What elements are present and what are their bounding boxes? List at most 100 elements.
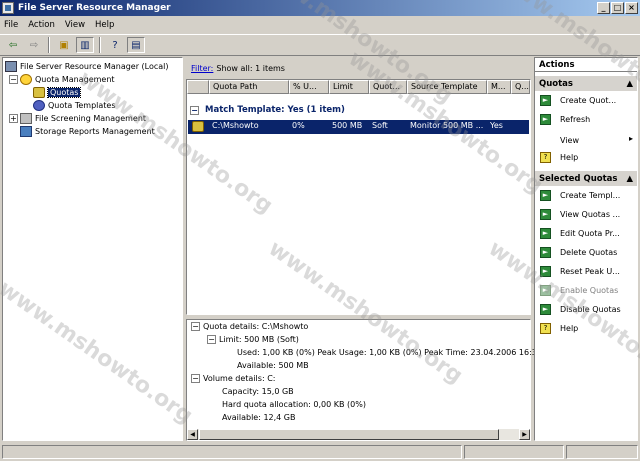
action-label: View [560, 136, 579, 145]
action-help-selected[interactable]: ? Help [535, 319, 637, 338]
create-quota-icon: ► [540, 95, 551, 106]
collapse-icon[interactable]: − [190, 105, 199, 115]
tree-item-quota-templates[interactable]: Quota Templates [5, 99, 180, 112]
quota-templates-icon [33, 100, 45, 111]
actions-pane: Actions Quotas ▲ ► Create Quot... ► Refres… [534, 57, 638, 441]
column-header-limit[interactable]: Limit [329, 80, 369, 94]
action-reset-peak-usage[interactable]: ► Reset Peak U... [535, 262, 637, 281]
tree-item-label: Quota Templates [48, 101, 116, 110]
collapse-arrow-icon[interactable]: ▲ [626, 79, 633, 89]
expand-icon[interactable]: + [9, 114, 18, 123]
back-arrow-icon[interactable]: ⇦ [4, 37, 22, 53]
collapse-arrow-icon[interactable]: ▲ [626, 174, 633, 184]
action-edit-quota[interactable]: ► Edit Quota Pr... [535, 224, 637, 243]
edit-quota-icon: ► [540, 228, 551, 239]
blank-icon [540, 132, 551, 143]
action-create-template[interactable]: ► Create Templ... [535, 186, 637, 205]
cell-percent-used: 0% [292, 121, 305, 130]
tree-item-quotas[interactable]: Quotas [5, 86, 180, 99]
group-header[interactable]: − Match Template: Yes (1 item) [190, 104, 345, 116]
action-label: Delete Quotas [560, 248, 618, 257]
scroll-right-icon[interactable]: ▶ [519, 429, 530, 440]
quota-details-node[interactable]: − Quota details: C:\Mshowto [191, 322, 308, 331]
show-hide-action-pane-icon[interactable]: ▤ [127, 37, 145, 53]
tree-item-quota-management[interactable]: − Quota Management [5, 73, 180, 86]
tree-item-label: Quota Management [35, 75, 115, 84]
actions-section-quotas[interactable]: Quotas ▲ [535, 76, 637, 91]
close-button[interactable]: × [625, 2, 638, 14]
tree-item-file-screening[interactable]: + File Screening Management [5, 112, 180, 125]
menu-view[interactable]: View [65, 20, 85, 30]
column-header-quota-path[interactable]: Quota Path [209, 80, 289, 94]
scrollbar-thumb[interactable] [199, 429, 499, 440]
menu-help[interactable]: Help [95, 20, 114, 30]
column-header-icon[interactable] [187, 80, 209, 94]
help-icon[interactable]: ? [106, 37, 124, 53]
limit-node[interactable]: − Limit: 500 MB (Soft) [207, 335, 299, 344]
menu-action[interactable]: Action [28, 20, 55, 30]
status-bar [0, 443, 640, 461]
action-label: Disable Quotas [560, 305, 621, 314]
action-label: Create Quot... [560, 96, 617, 105]
status-cell-main [2, 445, 462, 459]
action-view[interactable]: View ▸ [535, 129, 637, 148]
tree-item-label: File Server Resource Manager (Local) [20, 62, 169, 71]
maximize-button[interactable]: □ [611, 2, 624, 14]
capacity-detail: Capacity: 15,0 GB [222, 387, 294, 396]
toolbar-separator [48, 37, 50, 53]
column-header-percent-used[interactable]: % U... [289, 80, 329, 94]
results-pane: Filter: Show all: 1 items Quota Path % U… [186, 57, 542, 441]
column-header-source-template[interactable]: Source Template [407, 80, 487, 94]
collapse-icon[interactable]: − [9, 75, 18, 84]
tree-item-root[interactable]: File Server Resource Manager (Local) [5, 60, 180, 73]
cell-quota-path: C:\Mshowto [212, 121, 259, 130]
action-label: Help [560, 324, 579, 333]
action-label: Edit Quota Pr... [560, 229, 620, 238]
detail-text: Limit: 500 MB (Soft) [219, 335, 299, 344]
show-hide-tree-icon[interactable]: ▥ [76, 37, 94, 53]
server-icon [5, 61, 17, 72]
scroll-left-icon[interactable]: ◀ [187, 429, 198, 440]
tree-item-label: Storage Reports Management [35, 127, 155, 136]
filter-link[interactable]: Filter: [191, 64, 213, 73]
details-pane: − Quota details: C:\Mshowto − Limit: 500 M… [186, 319, 542, 441]
menu-file[interactable]: File [4, 20, 18, 30]
cell-quota-type: Soft [372, 121, 388, 130]
actions-section-selected-quotas[interactable]: Selected Quotas ▲ [535, 171, 637, 186]
quota-management-icon [20, 74, 32, 85]
action-create-quota[interactable]: ► Create Quot... [535, 91, 637, 110]
app-icon [2, 2, 14, 14]
minimize-button[interactable]: _ [597, 2, 610, 14]
quota-list: Quota Path % U... Limit Quot... Source T… [186, 79, 531, 315]
action-enable-quotas: ► Enable Quotas [535, 281, 637, 300]
storage-reports-icon [20, 126, 32, 137]
collapse-icon[interactable]: − [207, 335, 216, 344]
table-row[interactable]: C:\Mshowto 0% 500 MB Soft Monitor 500 MB… [188, 120, 529, 134]
column-header-quota-type[interactable]: Quot... [369, 80, 407, 94]
collapse-icon[interactable]: − [191, 322, 200, 331]
horizontal-scrollbar[interactable]: ◀ ▶ [187, 429, 530, 440]
title-bar: File Server Resource Manager _ □ × [0, 0, 640, 16]
up-folder-icon[interactable]: ▣ [55, 37, 73, 53]
tree-item-label: File Screening Management [35, 114, 147, 123]
action-disable-quotas[interactable]: ► Disable Quotas [535, 300, 637, 319]
action-help[interactable]: ? Help [535, 148, 637, 167]
quotas-icon [33, 87, 45, 98]
action-label: Refresh [560, 115, 591, 124]
action-refresh[interactable]: ► Refresh [535, 110, 637, 129]
help-icon: ? [540, 323, 551, 334]
collapse-icon[interactable]: − [191, 374, 200, 383]
console-tree: File Server Resource Manager (Local) − Q… [2, 57, 183, 441]
forward-arrow-icon[interactable]: ⇨ [25, 37, 43, 53]
tree-item-storage-reports[interactable]: Storage Reports Management [5, 125, 180, 138]
volume-details-node[interactable]: − Volume details: C: [191, 374, 275, 383]
action-delete-quotas[interactable]: ► Delete Quotas [535, 243, 637, 262]
column-header-q[interactable]: Q... [511, 80, 530, 94]
column-header-match[interactable]: M... [487, 80, 511, 94]
action-view-quotas[interactable]: ► View Quotas ... [535, 205, 637, 224]
group-label: Match Template: Yes (1 item) [205, 105, 345, 115]
menu-bar: File Action View Help [0, 17, 640, 33]
window-title: File Server Resource Manager [18, 3, 171, 13]
action-label: Help [560, 153, 579, 162]
enable-quotas-icon: ► [540, 285, 551, 296]
